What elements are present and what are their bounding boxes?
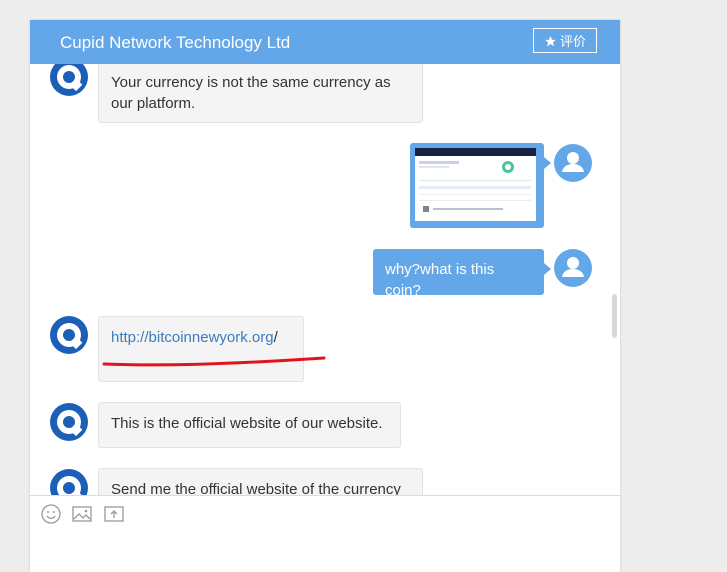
agent-avatar xyxy=(50,64,88,96)
emoji-icon[interactable] xyxy=(40,503,62,525)
chat-header: Cupid Network Technology Ltd 评价 xyxy=(30,20,620,64)
message-text: Send me the official website of the curr… xyxy=(111,481,401,496)
user-avatar xyxy=(554,144,592,182)
composer-divider xyxy=(30,495,620,496)
link-suffix: / xyxy=(273,329,278,346)
message-text: This is the official website of our webs… xyxy=(111,415,383,432)
chat-window: Cupid Network Technology Ltd 评价 Your cur… xyxy=(30,20,620,572)
message-list[interactable]: Your currency is not the same currency a… xyxy=(30,64,620,496)
message-text: why?what is this coin? xyxy=(385,261,495,299)
chat-scrollbar[interactable] xyxy=(612,294,617,338)
message-line: our platform. xyxy=(111,95,196,112)
rate-button-label: 评价 xyxy=(560,34,587,49)
red-underline-annotation xyxy=(102,356,326,367)
agent-message: Your currency is not the same currency a… xyxy=(98,64,423,123)
star-icon xyxy=(545,36,556,47)
agent-message: Send me the official website of the curr… xyxy=(98,468,423,496)
message-line: Your currency is not the same currency a… xyxy=(111,74,391,91)
user-image-message[interactable] xyxy=(410,143,551,228)
rate-button[interactable]: 评价 xyxy=(533,28,597,53)
agent-avatar xyxy=(50,469,88,496)
website-link[interactable]: http://bitcoinnewyork.org xyxy=(111,329,274,346)
agent-message: This is the official website of our webs… xyxy=(98,402,401,448)
chat-title: Cupid Network Technology Ltd xyxy=(60,33,291,52)
agent-avatar xyxy=(50,316,88,354)
screenshot-thumbnail[interactable] xyxy=(415,148,536,221)
user-avatar xyxy=(554,249,592,287)
image-icon[interactable] xyxy=(71,503,93,525)
upload-icon[interactable] xyxy=(103,503,125,525)
user-message: why?what is this coin? xyxy=(373,249,551,299)
agent-avatar xyxy=(50,403,88,441)
message-input[interactable] xyxy=(30,526,620,572)
